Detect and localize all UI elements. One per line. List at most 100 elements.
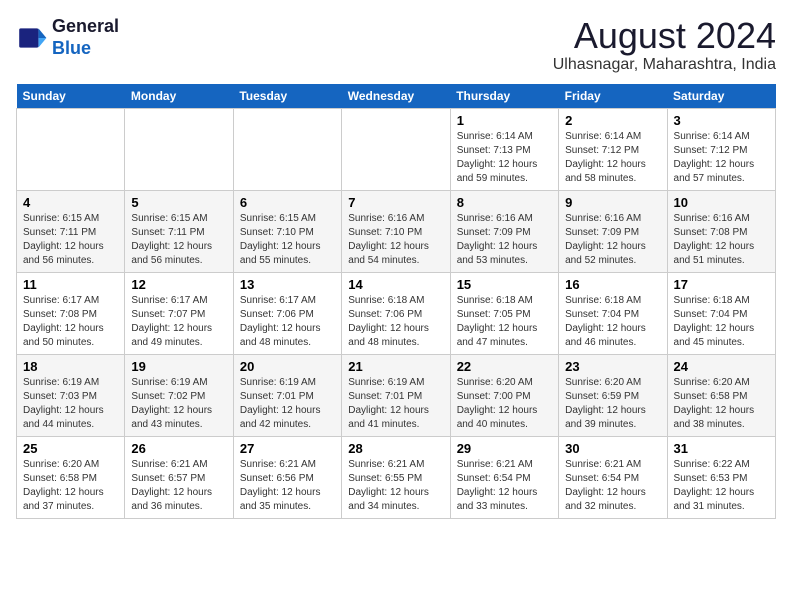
- calendar-cell: 15 Sunrise: 6:18 AM Sunset: 7:05 PM Dayli…: [450, 272, 558, 354]
- calendar-cell: 17 Sunrise: 6:18 AM Sunset: 7:04 PM Dayli…: [667, 272, 775, 354]
- day-number: 27: [240, 441, 335, 456]
- calendar-cell: 27 Sunrise: 6:21 AM Sunset: 6:56 PM Dayli…: [233, 436, 341, 518]
- day-info: Sunrise: 6:14 AM Sunset: 7:13 PM Dayligh…: [457, 130, 552, 186]
- day-info: Sunrise: 6:14 AM Sunset: 7:12 PM Dayligh…: [565, 130, 660, 186]
- day-number: 29: [457, 441, 552, 456]
- day-info: Sunrise: 6:16 AM Sunset: 7:09 PM Dayligh…: [457, 212, 552, 268]
- day-number: 2: [565, 113, 660, 128]
- day-number: 5: [131, 195, 226, 210]
- day-info: Sunrise: 6:17 AM Sunset: 7:07 PM Dayligh…: [131, 294, 226, 350]
- day-info: Sunrise: 6:18 AM Sunset: 7:04 PM Dayligh…: [674, 294, 769, 350]
- calendar-cell: 8Sunrise: 6:16 AM Sunset: 7:09 PM Daylig…: [450, 190, 558, 272]
- column-header-monday: Monday: [125, 84, 233, 109]
- column-header-friday: Friday: [559, 84, 667, 109]
- day-number: 14: [348, 277, 443, 292]
- day-number: 11: [23, 277, 118, 292]
- day-info: Sunrise: 6:21 AM Sunset: 6:54 PM Dayligh…: [457, 458, 552, 514]
- week-row-3: 11 Sunrise: 6:17 AM Sunset: 7:08 PM Dayli…: [17, 272, 776, 354]
- day-info: Sunrise: 6:20 AM Sunset: 7:00 PM Dayligh…: [457, 376, 552, 432]
- column-header-saturday: Saturday: [667, 84, 775, 109]
- day-info: Sunrise: 6:18 AM Sunset: 7:04 PM Dayligh…: [565, 294, 660, 350]
- calendar-cell: 24Sunrise: 6:20 AM Sunset: 6:58 PM Dayli…: [667, 354, 775, 436]
- day-number: 31: [674, 441, 769, 456]
- day-info: Sunrise: 6:18 AM Sunset: 7:05 PM Dayligh…: [457, 294, 552, 350]
- day-info: Sunrise: 6:16 AM Sunset: 7:08 PM Dayligh…: [674, 212, 769, 268]
- day-number: 15: [457, 277, 552, 292]
- calendar-cell: 29 Sunrise: 6:21 AM Sunset: 6:54 PM Dayli…: [450, 436, 558, 518]
- day-info: Sunrise: 6:20 AM Sunset: 6:58 PM Dayligh…: [23, 458, 118, 514]
- calendar-cell: 22Sunrise: 6:20 AM Sunset: 7:00 PM Dayli…: [450, 354, 558, 436]
- day-info: Sunrise: 6:14 AM Sunset: 7:12 PM Dayligh…: [674, 130, 769, 186]
- day-number: 12: [131, 277, 226, 292]
- calendar-cell: 14 Sunrise: 6:18 AM Sunset: 7:06 PM Dayli…: [342, 272, 450, 354]
- calendar-cell: 3Sunrise: 6:14 AM Sunset: 7:12 PM Daylig…: [667, 108, 775, 190]
- calendar-cell: 12 Sunrise: 6:17 AM Sunset: 7:07 PM Dayli…: [125, 272, 233, 354]
- day-number: 21: [348, 359, 443, 374]
- day-number: 18: [23, 359, 118, 374]
- day-info: Sunrise: 6:15 AM Sunset: 7:10 PM Dayligh…: [240, 212, 335, 268]
- day-number: 19: [131, 359, 226, 374]
- day-number: 17: [674, 277, 769, 292]
- day-number: 6: [240, 195, 335, 210]
- day-info: Sunrise: 6:15 AM Sunset: 7:11 PM Dayligh…: [23, 212, 118, 268]
- day-number: 24: [674, 359, 769, 374]
- day-info: Sunrise: 6:21 AM Sunset: 6:56 PM Dayligh…: [240, 458, 335, 514]
- week-row-5: 25Sunrise: 6:20 AM Sunset: 6:58 PM Dayli…: [17, 436, 776, 518]
- calendar-cell: 26Sunrise: 6:21 AM Sunset: 6:57 PM Dayli…: [125, 436, 233, 518]
- calendar-cell: 20Sunrise: 6:19 AM Sunset: 7:01 PM Dayli…: [233, 354, 341, 436]
- day-info: Sunrise: 6:19 AM Sunset: 7:03 PM Dayligh…: [23, 376, 118, 432]
- day-info: Sunrise: 6:19 AM Sunset: 7:01 PM Dayligh…: [240, 376, 335, 432]
- calendar-table: SundayMondayTuesdayWednesdayThursdayFrid…: [16, 84, 776, 519]
- day-number: 7: [348, 195, 443, 210]
- subtitle: Ulhasnagar, Maharashtra, India: [553, 56, 776, 74]
- day-info: Sunrise: 6:17 AM Sunset: 7:08 PM Dayligh…: [23, 294, 118, 350]
- column-header-tuesday: Tuesday: [233, 84, 341, 109]
- logo-icon: [16, 22, 48, 54]
- calendar-cell: 28 Sunrise: 6:21 AM Sunset: 6:55 PM Dayli…: [342, 436, 450, 518]
- logo-text: General Blue: [52, 16, 119, 59]
- day-info: Sunrise: 6:21 AM Sunset: 6:57 PM Dayligh…: [131, 458, 226, 514]
- calendar-cell: 19Sunrise: 6:19 AM Sunset: 7:02 PM Dayli…: [125, 354, 233, 436]
- calendar-cell: 23Sunrise: 6:20 AM Sunset: 6:59 PM Dayli…: [559, 354, 667, 436]
- day-number: 23: [565, 359, 660, 374]
- calendar-cell: 2 Sunrise: 6:14 AM Sunset: 7:12 PM Daylig…: [559, 108, 667, 190]
- calendar-cell: 11 Sunrise: 6:17 AM Sunset: 7:08 PM Dayli…: [17, 272, 125, 354]
- calendar-cell: 21 Sunrise: 6:19 AM Sunset: 7:01 PM Dayli…: [342, 354, 450, 436]
- calendar-cell: 5 Sunrise: 6:15 AM Sunset: 7:11 PM Daylig…: [125, 190, 233, 272]
- calendar-cell: 1 Sunrise: 6:14 AM Sunset: 7:13 PM Daylig…: [450, 108, 558, 190]
- calendar-header-row: SundayMondayTuesdayWednesdayThursdayFrid…: [17, 84, 776, 109]
- day-info: Sunrise: 6:16 AM Sunset: 7:09 PM Dayligh…: [565, 212, 660, 268]
- day-info: Sunrise: 6:18 AM Sunset: 7:06 PM Dayligh…: [348, 294, 443, 350]
- day-info: Sunrise: 6:21 AM Sunset: 6:55 PM Dayligh…: [348, 458, 443, 514]
- calendar-cell: 6 Sunrise: 6:15 AM Sunset: 7:10 PM Daylig…: [233, 190, 341, 272]
- calendar-body: 1 Sunrise: 6:14 AM Sunset: 7:13 PM Daylig…: [17, 108, 776, 518]
- calendar-cell: 9Sunrise: 6:16 AM Sunset: 7:09 PM Daylig…: [559, 190, 667, 272]
- logo: General Blue: [16, 16, 119, 59]
- day-info: Sunrise: 6:16 AM Sunset: 7:10 PM Dayligh…: [348, 212, 443, 268]
- calendar-cell: [233, 108, 341, 190]
- day-number: 28: [348, 441, 443, 456]
- calendar-cell: 18 Sunrise: 6:19 AM Sunset: 7:03 PM Dayli…: [17, 354, 125, 436]
- day-number: 16: [565, 277, 660, 292]
- day-info: Sunrise: 6:15 AM Sunset: 7:11 PM Dayligh…: [131, 212, 226, 268]
- week-row-2: 4Sunrise: 6:15 AM Sunset: 7:11 PM Daylig…: [17, 190, 776, 272]
- calendar-cell: 16 Sunrise: 6:18 AM Sunset: 7:04 PM Dayli…: [559, 272, 667, 354]
- week-row-1: 1 Sunrise: 6:14 AM Sunset: 7:13 PM Daylig…: [17, 108, 776, 190]
- day-info: Sunrise: 6:21 AM Sunset: 6:54 PM Dayligh…: [565, 458, 660, 514]
- page-header: General Blue August 2024 Ulhasnagar, Mah…: [16, 16, 776, 74]
- week-row-4: 18 Sunrise: 6:19 AM Sunset: 7:03 PM Dayli…: [17, 354, 776, 436]
- calendar-cell: 31 Sunrise: 6:22 AM Sunset: 6:53 PM Dayli…: [667, 436, 775, 518]
- calendar-cell: 25Sunrise: 6:20 AM Sunset: 6:58 PM Dayli…: [17, 436, 125, 518]
- day-number: 1: [457, 113, 552, 128]
- day-info: Sunrise: 6:17 AM Sunset: 7:06 PM Dayligh…: [240, 294, 335, 350]
- day-number: 10: [674, 195, 769, 210]
- day-number: 13: [240, 277, 335, 292]
- day-info: Sunrise: 6:19 AM Sunset: 7:01 PM Dayligh…: [348, 376, 443, 432]
- calendar-cell: 30 Sunrise: 6:21 AM Sunset: 6:54 PM Dayli…: [559, 436, 667, 518]
- day-number: 30: [565, 441, 660, 456]
- calendar-cell: [17, 108, 125, 190]
- column-header-sunday: Sunday: [17, 84, 125, 109]
- calendar-cell: [342, 108, 450, 190]
- day-info: Sunrise: 6:22 AM Sunset: 6:53 PM Dayligh…: [674, 458, 769, 514]
- calendar-cell: 13 Sunrise: 6:17 AM Sunset: 7:06 PM Dayli…: [233, 272, 341, 354]
